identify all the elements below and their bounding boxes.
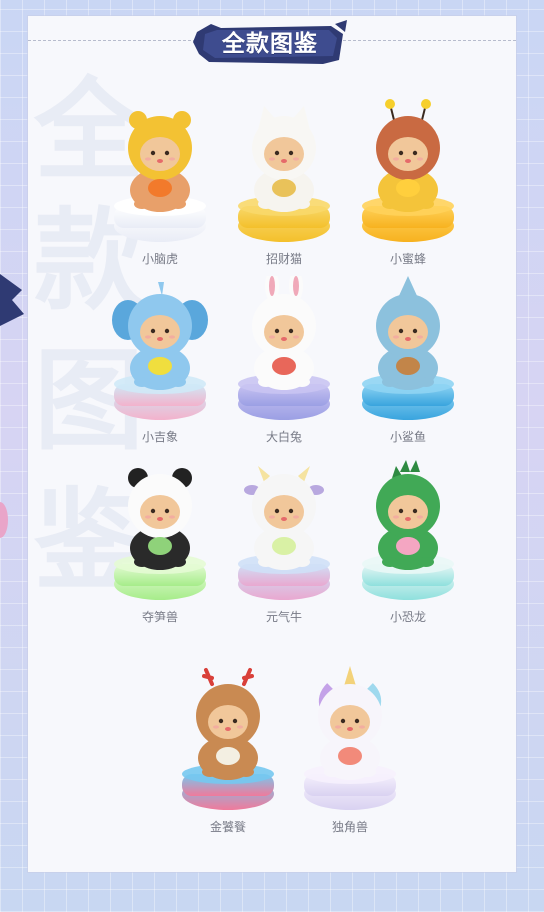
- figure-card: 小鲨鱼: [348, 276, 468, 451]
- figure-card: 招财猫: [224, 98, 344, 273]
- figure-name-label: 小恐龙: [389, 610, 426, 624]
- figure-name-label: 元气牛: [265, 610, 302, 624]
- figure-illustration: [112, 282, 208, 420]
- figure-illustration: [362, 99, 454, 242]
- figure-illustration: [362, 460, 454, 600]
- figure-illustration: [238, 466, 330, 600]
- figure-card: 夺笋兽: [100, 456, 220, 631]
- figure-illustration: [304, 666, 396, 810]
- figure-illustration: [182, 668, 274, 810]
- figure-name-label: 招财猫: [265, 252, 302, 266]
- figure-card: 大白兔: [224, 276, 344, 451]
- catalog-card: 全 款 图 鉴 全款图鉴 小脑虎 招财猫 小蜜蜂 小吉象 大白兔 小鲨鱼 夺笋兽…: [28, 16, 516, 872]
- figure-name-label: 小鲨鱼: [389, 430, 426, 444]
- figure-name-label: 独角兽: [331, 820, 368, 834]
- figure-card: 金饕餮: [168, 666, 288, 841]
- title-banner: 全款图鉴: [191, 20, 351, 66]
- figure-illustration: [238, 276, 330, 420]
- figure-card: 小脑虎: [100, 98, 220, 273]
- figure-illustration: [238, 106, 330, 242]
- figure-name-label: 夺笋兽: [141, 610, 178, 624]
- figure-illustration: [114, 111, 206, 242]
- figure-name-label: 小脑虎: [141, 252, 178, 266]
- figure-card: 小蜜蜂: [348, 98, 468, 273]
- figure-illustration: [362, 276, 454, 420]
- bottom-strip: [28, 872, 516, 912]
- figure-illustration: [114, 468, 206, 600]
- figure-card: 独角兽: [290, 666, 410, 841]
- figure-card: 小吉象: [100, 276, 220, 451]
- figure-card: 元气牛: [224, 456, 344, 631]
- page-title: 全款图鉴: [222, 31, 318, 57]
- figure-name-label: 大白兔: [265, 430, 302, 444]
- left-edge-dot-shape: [0, 502, 8, 538]
- figure-name-label: 小蜜蜂: [389, 252, 426, 266]
- figure-name-label: 金饕餮: [209, 820, 246, 834]
- figure-card: 小恐龙: [348, 456, 468, 631]
- figure-name-label: 小吉象: [141, 430, 178, 444]
- left-edge-star-shape: [0, 274, 24, 326]
